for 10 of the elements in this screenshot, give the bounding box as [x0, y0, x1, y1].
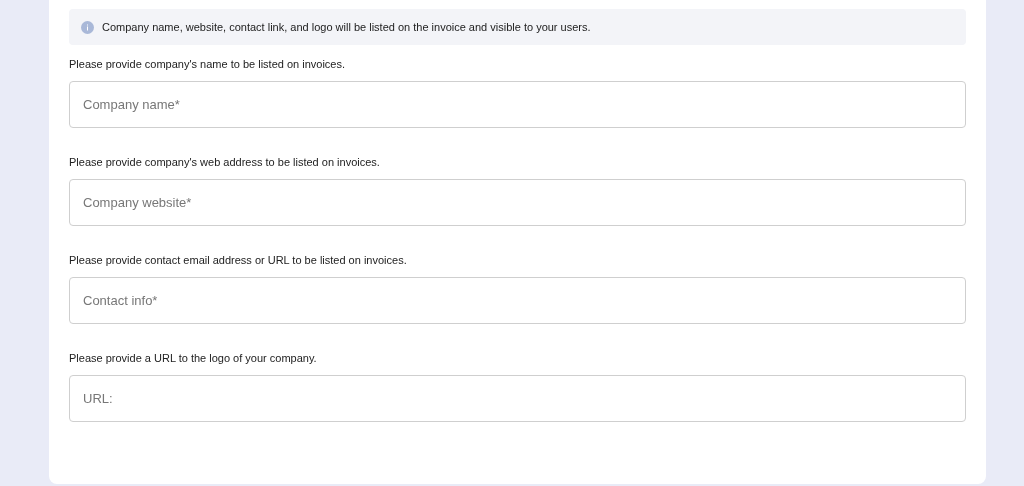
- info-text: Company name, website, contact link, and logo will be listed on the invoice and visible to your users.: [102, 21, 591, 33]
- field-label: Please provide company's name to be listed on invoices.: [69, 57, 347, 71]
- input-field[interactable]: Company website*: [69, 179, 966, 226]
- field-label: Please provide a URL to the logo of your company.: [69, 351, 318, 365]
- field-label: Please provide contact email address or URL to be listed on invoices.: [69, 253, 408, 267]
- input-field[interactable]: Contact info*: [69, 277, 966, 324]
- input-field[interactable]: Company name*: [69, 81, 966, 128]
- info-icon: [81, 20, 94, 34]
- field-label: Please provide company's web address to be listed on invoices.: [69, 155, 381, 169]
- input-field[interactable]: URL:: [69, 375, 966, 422]
